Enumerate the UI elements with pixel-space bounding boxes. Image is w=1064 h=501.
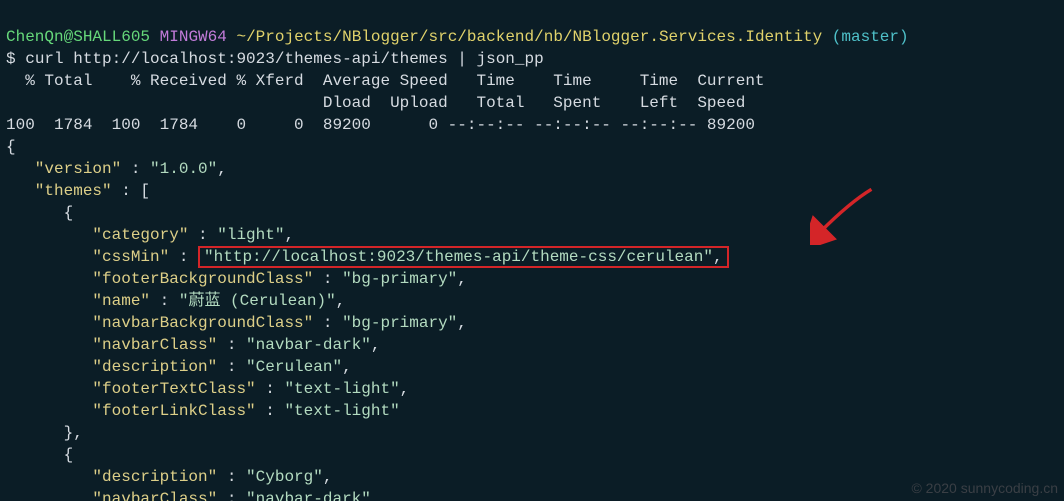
json-val-footerbg: "bg-primary" bbox=[342, 270, 457, 288]
json-comma: , bbox=[217, 160, 227, 178]
json-key-navbarclass: "navbarClass" bbox=[6, 336, 217, 354]
prompt-path: ~/Projects/NBlogger/src/backend/nb/NBlog… bbox=[236, 28, 822, 46]
json-val-name: "蔚蓝 (Cerulean)" bbox=[179, 292, 336, 310]
prompt-symbol: $ bbox=[6, 50, 16, 68]
copyright-watermark: © 2020 sunnycoding.cn bbox=[911, 477, 1058, 499]
json-val-description: "Cerulean" bbox=[246, 358, 342, 376]
prompt-command: curl http://localhost:9023/themes-api/th… bbox=[25, 50, 543, 68]
json-val-cssmin: "http://localhost:9023/themes-api/theme-… bbox=[204, 248, 713, 266]
terminal-output[interactable]: ChenQn@SHALL605 MINGW64 ~/Projects/NBlog… bbox=[0, 0, 1064, 501]
json-key-version: "version" bbox=[6, 160, 121, 178]
json-val-navbarbg: "bg-primary" bbox=[342, 314, 457, 332]
json-key-name: "name" bbox=[6, 292, 150, 310]
prompt-branch: (master) bbox=[832, 28, 909, 46]
json-val-navbarclass: "navbar-dark" bbox=[246, 336, 371, 354]
json-open-brace: { bbox=[6, 138, 16, 156]
prompt-user: ChenQn@SHALL605 bbox=[6, 28, 150, 46]
json-key-category: "category" bbox=[6, 226, 188, 244]
json-val-description2: "Cyborg" bbox=[246, 468, 323, 486]
prompt-env: MINGW64 bbox=[160, 28, 227, 46]
json-val-navbarclass2: "navbar-dark" bbox=[246, 490, 371, 501]
json-key-navbarbg: "navbarBackgroundClass" bbox=[6, 314, 313, 332]
curl-stats: 100 1784 100 1784 0 0 89200 0 --:--:-- -… bbox=[6, 116, 755, 134]
json-sep: : [ bbox=[112, 182, 150, 200]
json-val-footertext: "text-light" bbox=[284, 380, 399, 398]
json-key-description: "description" bbox=[6, 358, 217, 376]
json-sep: : bbox=[121, 160, 150, 178]
json-key-description2: "description" bbox=[6, 468, 217, 486]
json-key-themes: "themes" bbox=[6, 182, 112, 200]
curl-header-2: Dload Upload Total Spent Left Speed bbox=[6, 94, 745, 112]
highlighted-url-box: "http://localhost:9023/themes-api/theme-… bbox=[198, 246, 729, 268]
json-key-navbarclass2: "navbarClass" bbox=[6, 490, 217, 501]
curl-header-1: % Total % Received % Xferd Average Speed… bbox=[6, 72, 765, 90]
json-val-version: "1.0.0" bbox=[150, 160, 217, 178]
json-object2-open: { bbox=[6, 446, 73, 464]
json-key-footertext: "footerTextClass" bbox=[6, 380, 256, 398]
json-val-category: "light" bbox=[217, 226, 284, 244]
json-key-footerlink: "footerLinkClass" bbox=[6, 402, 256, 420]
json-key-cssmin: "cssMin" bbox=[6, 248, 169, 266]
json-key-footerbg: "footerBackgroundClass" bbox=[6, 270, 313, 288]
json-object-open: { bbox=[6, 204, 73, 222]
json-val-footerlink: "text-light" bbox=[284, 402, 399, 420]
json-object-close: }, bbox=[6, 424, 83, 442]
